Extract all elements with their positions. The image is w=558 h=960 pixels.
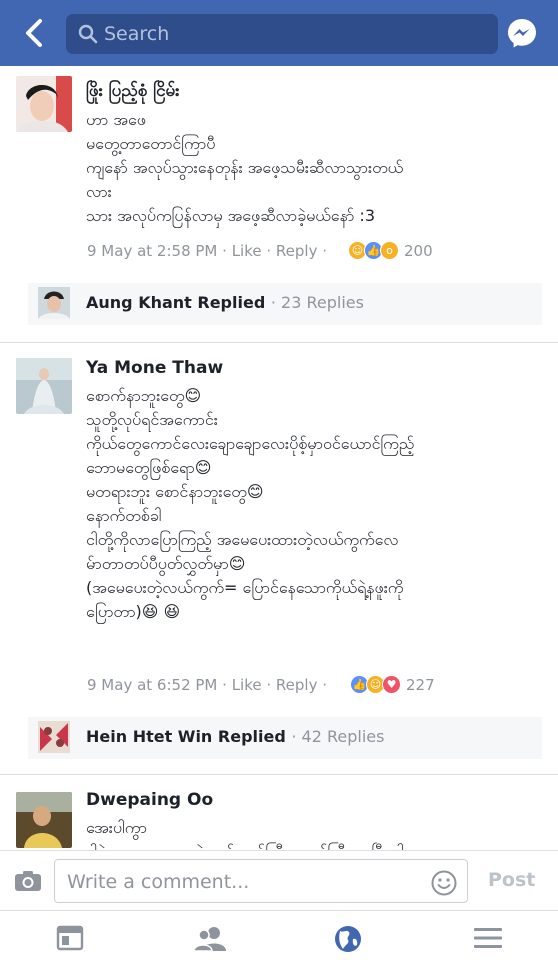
comment-input[interactable]: Write a comment... <box>54 859 468 903</box>
friends-icon <box>193 927 226 952</box>
bottom-tab-bar <box>0 910 558 960</box>
avatar[interactable] <box>16 76 72 132</box>
comment-line: နောက်တစ်ခါ <box>86 506 162 525</box>
chevron-left-icon <box>26 19 42 47</box>
camera-button[interactable] <box>14 870 42 892</box>
comment-text: အေးပါကွာ ဒါနဲ့ကလေးတွေကလဲတော်တော်ကြီးတောင… <box>86 816 424 850</box>
smiley-icon <box>431 870 457 896</box>
reply-profile-photo <box>38 287 70 319</box>
comments-list: ဖြိုး ပြည့်စုံ ငြိမ်း ဟာ အဖေ မတွေ့တာတောင… <box>0 66 558 850</box>
comment-line: သား အလုပ်ကပြန်လာမှ အဖေ့ဆီလာခဲ့မယ်နော် :3 <box>86 206 375 225</box>
replies-summary[interactable]: Aung Khant Replied · 23 Replies <box>28 283 542 325</box>
messenger-icon <box>508 19 536 48</box>
comment-line: မ်ာတာတပ်ပီပွတ်လွှတ်မှာ😊 <box>86 554 246 573</box>
comment-line: ဟာ အဖေ <box>86 110 146 129</box>
comment-line: (အမေပေးတဲ့လယ်ကွက်= ပြောင်နေသောကိုယ်ရဲ့နဖ… <box>86 578 404 597</box>
search-input[interactable]: Search <box>66 14 498 54</box>
emoji-button[interactable] <box>431 870 457 896</box>
love-reaction-icon: ♥ <box>382 675 401 694</box>
avatar[interactable] <box>16 358 72 414</box>
comment-author[interactable]: Ya Mone Thaw <box>86 358 223 378</box>
hamburger-menu-icon <box>474 928 502 948</box>
wow-reaction-icon: o <box>380 241 399 260</box>
messenger-button[interactable] <box>506 17 538 49</box>
reaction-summary[interactable]: 👍 ☺ ♥ 227 <box>350 675 435 694</box>
profile-photo <box>16 76 72 132</box>
comment-line: မတရားဘူး စောင်နာဘူးတွေ😊 <box>86 482 264 501</box>
comment-text: စောက်နာဘူးတွေ😊 သူတို့လုပ်ရင်အကောင်း ကိုယ… <box>86 384 414 624</box>
tab-friends[interactable] <box>193 925 226 952</box>
reply-count: 23 Replies <box>281 293 364 312</box>
search-placeholder: Search <box>104 23 170 45</box>
reply-avatar <box>38 287 70 319</box>
tab-menu[interactable] <box>474 925 502 951</box>
comment-line: အေးပါကွာ <box>86 818 147 837</box>
comment-author[interactable]: Dwepaing Oo <box>86 790 213 810</box>
comment-line: ပြောတာ)😆 😆 <box>86 602 181 621</box>
reply-link[interactable]: Reply <box>276 242 318 260</box>
search-icon <box>78 24 98 44</box>
comment-line: စောက်နာဘူးတွေ😊 <box>86 386 202 405</box>
profile-photo <box>16 792 72 848</box>
reply-author: Hein Htet Win Replied · 42 Replies <box>86 727 385 746</box>
reply-profile-photo <box>38 721 70 753</box>
reaction-count: 227 <box>406 675 435 694</box>
reply-author: Aung Khant Replied · 23 Replies <box>86 293 364 312</box>
like-link[interactable]: Like <box>232 676 262 694</box>
comment-meta: 9 May at 6:52 PM · Like · Reply · <box>87 676 327 694</box>
comment-timestamp: 9 May at 2:58 PM <box>87 242 218 260</box>
comment-line: လား <box>86 182 112 201</box>
back-button[interactable] <box>20 16 50 50</box>
post-button[interactable]: Post <box>488 869 535 891</box>
comment-timestamp: 9 May at 6:52 PM <box>87 676 218 694</box>
app-screen: Search ဖြိုး ပြည့်စုံ ငြိမ်း ဟာ အဖေ မတွေ… <box>0 0 558 960</box>
comment-line: ဘောမတွေဖြစ်ရော😊 <box>86 458 212 477</box>
tab-news-feed[interactable] <box>56 925 84 951</box>
comment-line: သူတို့လုပ်ရင်အကောင်း <box>86 410 218 429</box>
globe-icon <box>335 926 361 952</box>
divider <box>0 342 558 343</box>
reply-count: 42 Replies <box>301 727 385 746</box>
comment-line: ငါတို့ကိုလာပြောကြည့် အမေပေးထားတဲ့လယ်ကွက်… <box>86 530 399 549</box>
comment-placeholder: Write a comment... <box>67 871 250 893</box>
tab-notifications[interactable] <box>334 925 362 952</box>
comment-meta: 9 May at 2:58 PM · Like · Reply · <box>87 242 327 260</box>
comment-line: ဒါနဲ့ကလေးတွေကလဲတော်တော်ကြီးတောင်ကြီးလာပြ… <box>86 840 424 850</box>
top-navigation-bar: Search <box>0 0 558 66</box>
comment-line: ကျနော် အလုပ်သွားနေတုန်း အဖေ့သမီးဆီလာသွား… <box>86 158 404 177</box>
like-link[interactable]: Like <box>232 242 262 260</box>
comment-line: မတွေ့တာတောင်ကြာပီ <box>86 134 216 153</box>
news-feed-icon <box>56 925 84 951</box>
reaction-summary[interactable]: ☺ 👍 o 200 <box>348 241 433 260</box>
replies-summary[interactable]: Hein Htet Win Replied · 42 Replies <box>28 717 542 759</box>
comment-line: ကိုယ်တွေကောင်လေးချောချောလေးပိုစ့်မှာဝင်ယ… <box>86 434 415 453</box>
reaction-count: 200 <box>404 241 433 260</box>
divider <box>0 774 558 775</box>
comment-composer: Write a comment... Post <box>0 850 558 910</box>
reply-avatar <box>38 721 70 753</box>
profile-photo <box>16 358 72 414</box>
reply-link[interactable]: Reply <box>276 676 318 694</box>
avatar[interactable] <box>16 792 72 848</box>
camera-icon <box>15 871 41 891</box>
comment-author[interactable]: ဖြိုး ပြည့်စုံ ငြိမ်း <box>86 80 180 105</box>
comment-text: ဟာ အဖေ မတွေ့တာတောင်ကြာပီ ကျနော် အလုပ်သွာ… <box>86 108 403 228</box>
